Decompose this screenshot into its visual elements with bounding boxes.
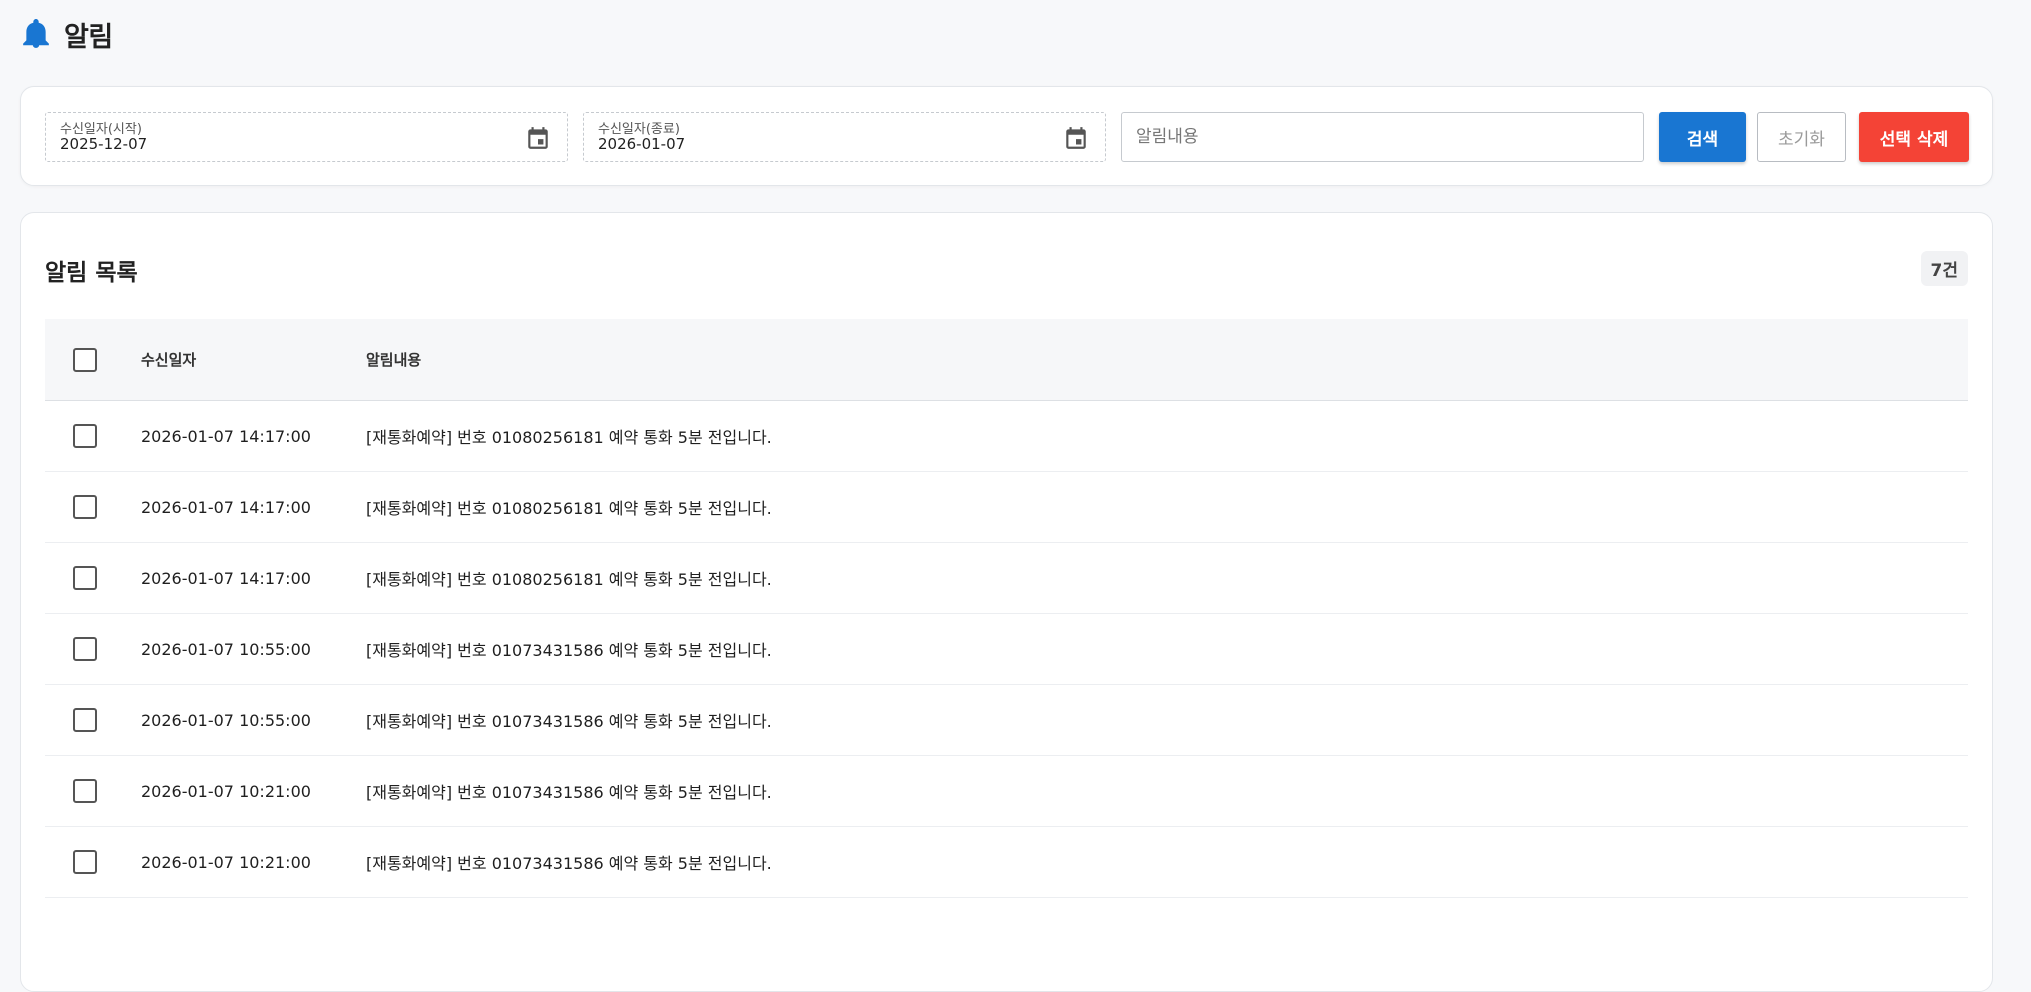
row-checkbox[interactable] [73, 495, 97, 519]
end-date-value: 2026-01-07 [598, 135, 686, 153]
start-date-field[interactable]: 수신일자(시작) 2025-12-07 [45, 112, 568, 162]
table-header: 수신일자 알림내용 [45, 319, 1968, 401]
row-checkbox[interactable] [73, 708, 97, 732]
row-date: 2026-01-07 10:55:00 [141, 639, 311, 659]
notification-table: 수신일자 알림내용 2026-01-07 14:17:00 [재통화예약] 번호… [45, 319, 1968, 898]
calendar-icon[interactable] [1063, 125, 1089, 151]
row-date: 2026-01-07 14:17:00 [141, 568, 311, 588]
row-date: 2026-01-07 10:55:00 [141, 710, 311, 730]
list-title: 알림 목록 [45, 260, 138, 286]
table-row[interactable]: 2026-01-07 14:17:00 [재통화예약] 번호 010802561… [45, 472, 1968, 543]
row-checkbox[interactable] [73, 424, 97, 448]
row-checkbox[interactable] [73, 566, 97, 590]
table-row[interactable]: 2026-01-07 14:17:00 [재통화예약] 번호 010802561… [45, 401, 1968, 472]
row-content: [재통화예약] 번호 01073431586 예약 통화 5분 전입니다. [366, 712, 772, 731]
row-content: [재통화예약] 번호 01073431586 예약 통화 5분 전입니다. [366, 641, 772, 660]
content-search-input[interactable] [1121, 112, 1644, 162]
count-badge: 7건 [1920, 251, 1968, 286]
start-date-value: 2025-12-07 [60, 135, 148, 153]
filter-panel: 수신일자(시작) 2025-12-07 수신일자(종료) 2026-01-07 … [20, 86, 1993, 186]
table-row[interactable]: 2026-01-07 10:55:00 [재통화예약] 번호 010734315… [45, 685, 1968, 756]
calendar-icon[interactable] [525, 125, 551, 151]
row-date: 2026-01-07 10:21:00 [141, 852, 311, 872]
search-button[interactable]: 검색 [1659, 112, 1746, 162]
row-content: [재통화예약] 번호 01073431586 예약 통화 5분 전입니다. [366, 854, 772, 873]
column-header-date: 수신일자 [141, 351, 197, 369]
delete-selected-button[interactable]: 선택 삭제 [1859, 112, 1969, 162]
row-content: [재통화예약] 번호 01080256181 예약 통화 5분 전입니다. [366, 428, 772, 447]
row-checkbox[interactable] [73, 779, 97, 803]
table-row[interactable]: 2026-01-07 10:21:00 [재통화예약] 번호 010734315… [45, 827, 1968, 898]
row-content: [재통화예약] 번호 01073431586 예약 통화 5분 전입니다. [366, 783, 772, 802]
notification-list-panel: 알림 목록 7건 수신일자 알림내용 2026-01-07 14:17:00 [… [20, 212, 1993, 992]
row-content: [재통화예약] 번호 01080256181 예약 통화 5분 전입니다. [366, 570, 772, 589]
column-header-content: 알림내용 [366, 351, 422, 369]
row-content: [재통화예약] 번호 01080256181 예약 통화 5분 전입니다. [366, 499, 772, 518]
table-row[interactable]: 2026-01-07 14:17:00 [재통화예약] 번호 010802561… [45, 543, 1968, 614]
reset-button[interactable]: 초기화 [1757, 112, 1846, 162]
table-row[interactable]: 2026-01-07 10:55:00 [재통화예약] 번호 010734315… [45, 614, 1968, 685]
page-title: 알림 [64, 21, 113, 53]
row-date: 2026-01-07 14:17:00 [141, 426, 311, 446]
row-checkbox[interactable] [73, 850, 97, 874]
row-checkbox[interactable] [73, 637, 97, 661]
row-date: 2026-01-07 10:21:00 [141, 781, 311, 801]
bell-icon [22, 18, 50, 50]
page-header: 알림 [22, 14, 113, 54]
table-row[interactable]: 2026-01-07 10:21:00 [재통화예약] 번호 010734315… [45, 756, 1968, 827]
end-date-field[interactable]: 수신일자(종료) 2026-01-07 [583, 112, 1106, 162]
row-date: 2026-01-07 14:17:00 [141, 497, 311, 517]
select-all-checkbox[interactable] [73, 347, 97, 372]
